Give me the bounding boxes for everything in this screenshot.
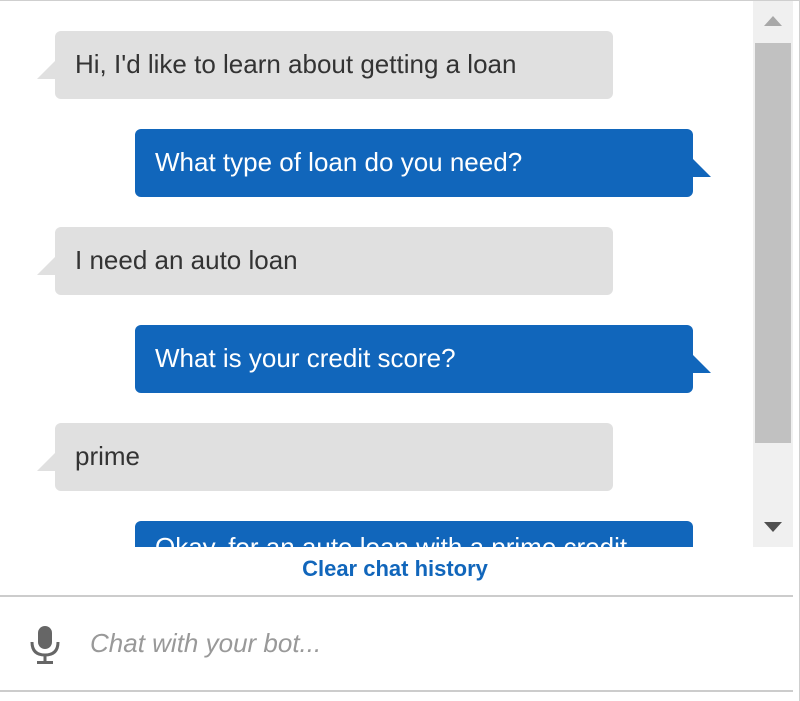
clear-chat-history-link[interactable]: Clear chat history (0, 556, 790, 582)
bubble-tail (693, 355, 711, 373)
triangle-down-icon (764, 522, 782, 532)
chat-input[interactable] (90, 617, 770, 669)
scroll-down-button[interactable] (753, 507, 793, 547)
user-message: prime (37, 423, 613, 491)
message-text: Okay, for an auto loan with a prime cred… (155, 532, 628, 547)
bubble-tail (693, 159, 711, 177)
message-text: Hi, I'd like to learn about getting a lo… (75, 48, 517, 79)
message-text: prime (75, 440, 141, 471)
message-text: What type of loan do you need? (155, 146, 523, 177)
bubble-tail (37, 453, 55, 471)
chat-scrollbar[interactable] (753, 1, 793, 547)
user-message: Hi, I'd like to learn about getting a lo… (37, 31, 613, 99)
bot-message: Okay, for an auto loan with a prime cred… (135, 521, 693, 547)
bubble-tail (37, 257, 55, 275)
bot-message: What is your credit score? (135, 325, 711, 393)
message-text: I need an auto loan (75, 244, 298, 275)
user-message: I need an auto loan (37, 227, 613, 295)
triangle-up-icon (764, 16, 782, 26)
scroll-thumb[interactable] (755, 43, 791, 443)
scroll-up-button[interactable] (753, 1, 793, 41)
message-text: What is your credit score? (155, 342, 456, 373)
chat-conversation: Hi, I'd like to learn about getting a lo… (0, 1, 753, 547)
bot-message: What type of loan do you need? (135, 129, 711, 197)
microphone-icon[interactable] (28, 625, 62, 665)
chat-input-bar (0, 595, 793, 692)
bubble-tail (37, 61, 55, 79)
